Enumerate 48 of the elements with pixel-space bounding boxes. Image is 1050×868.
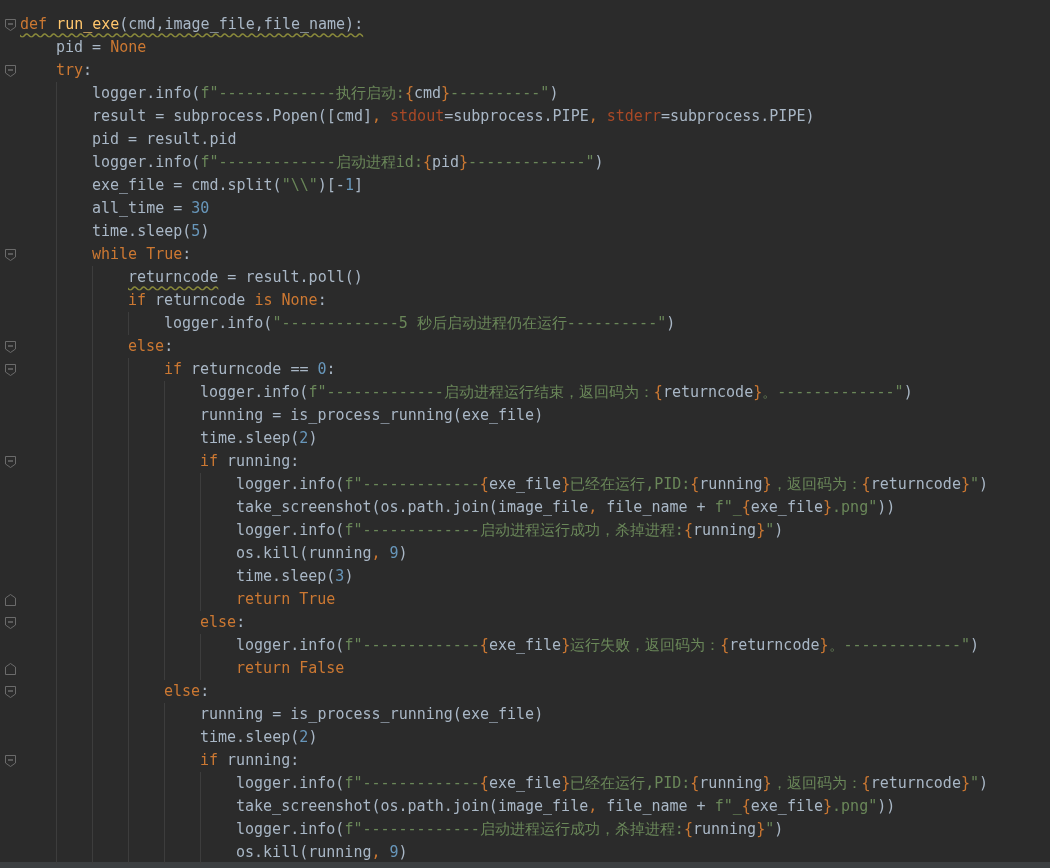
code-line: return True [236,589,336,610]
fold-icon[interactable] [4,64,16,77]
fold-icon[interactable] [4,593,16,606]
code-line: logger.info(f"-------------启动进程运行成功，杀掉进程:{running}") [236,520,784,541]
code-line: try: [56,60,93,81]
code-line: logger.info(f"-------------{exe_file}已经在运行,PID:{running}，返回码为：{returncode}") [236,773,989,794]
code-line: if returncode == 0: [164,359,336,380]
code-line: returncode = result.poll() [128,267,363,288]
code-line: time.sleep(3) [236,566,354,587]
code-line: running = is_process_running(exe_file) [200,405,544,426]
code-line: logger.info(f"-------------启动进程运行结束，返回码为：{returncode}。-------------") [200,382,913,403]
code-line: while True: [92,244,192,265]
fold-icon[interactable] [4,340,16,353]
code-line: running = is_process_running(exe_file) [200,704,544,725]
code-line: all_time = 30 [92,198,210,219]
code-line: logger.info(f"-------------{exe_file}已经在运行,PID:{running}，返回码为：{returncode}") [236,474,989,495]
code-line: logger.info("-------------5 秒后启动进程仍在运行----------") [164,313,676,334]
code-line: else: [164,681,210,702]
fold-icon[interactable] [4,662,16,675]
code-line: else: [200,612,246,633]
fold-icon[interactable] [4,455,16,468]
code-line: os.kill(running, 9) [236,543,408,564]
code-line: time.sleep(2) [200,727,318,748]
code-line: os.kill(running, 9) [236,842,408,863]
code-line: result = subprocess.Popen([cmd], stdout=subprocess.PIPE, stderr=subprocess.PIPE) [92,106,815,127]
code-line: if returncode is None: [128,290,327,311]
code-line: logger.info(f"-------------执行启动:{cmd}----------") [92,83,559,104]
code-line: time.sleep(5) [92,221,210,242]
code-line: else: [128,336,174,357]
code-line: logger.info(f"-------------启动进程运行成功，杀掉进程:{running}") [236,819,784,840]
code-line: take_screenshot(os.path.join(image_file, file_name + f"_{exe_file}.png")) [236,497,896,518]
fold-icon[interactable] [4,754,16,767]
code-line: return False [236,658,345,679]
code-line: logger.info(f"-------------{exe_file}运行失败，返回码为：{returncode}。-------------") [236,635,979,656]
fold-icon[interactable] [4,18,16,31]
code-line: if running: [200,750,300,771]
code-line: time.sleep(2) [200,428,318,449]
code-line: pid = result.pid [92,129,237,150]
code-line: exe_file = cmd.split("\\")[-1] [92,175,363,196]
code-line: pid = None [56,37,147,58]
fold-icon[interactable] [4,685,16,698]
fold-icon[interactable] [4,363,16,376]
code-line: if running: [200,451,300,472]
code-line: logger.info(f"-------------启动进程id:{pid}-------------") [92,152,604,173]
code-line: take_screenshot(os.path.join(image_file, file_name + f"_{exe_file}.png")) [236,796,896,817]
code-line: def run_exe(cmd,image_file,file_name): [20,14,364,35]
fold-icon[interactable] [4,248,16,261]
fold-icon[interactable] [4,616,16,629]
